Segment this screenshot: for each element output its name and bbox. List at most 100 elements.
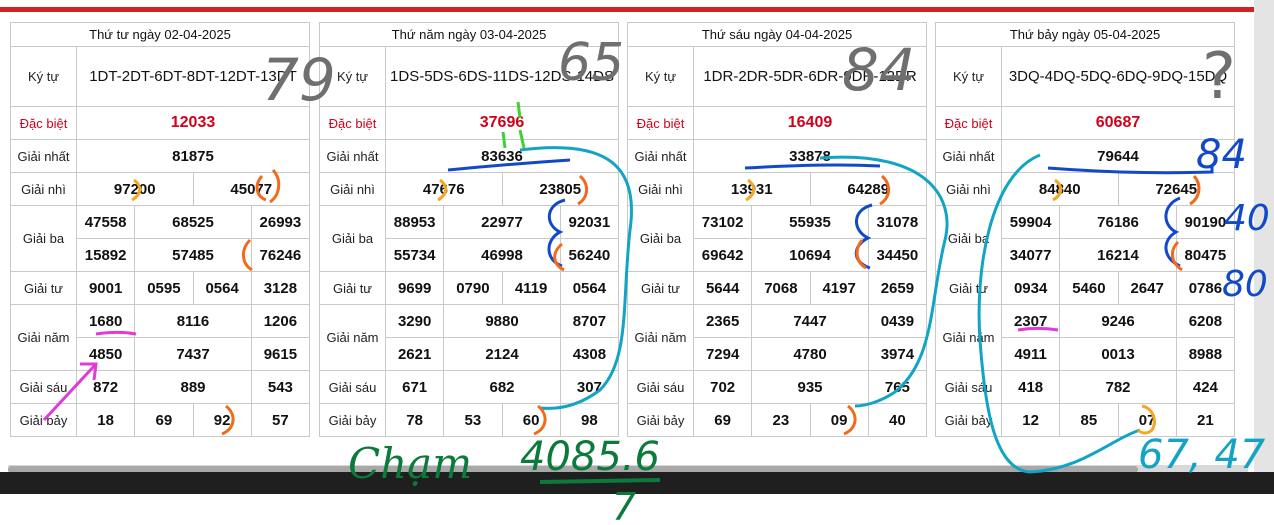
label-g3: Giải ba xyxy=(10,205,77,272)
g3-value: 76186 xyxy=(1059,205,1177,239)
g6-value: 307 xyxy=(559,370,620,404)
label-g1: Giải nhất xyxy=(627,139,694,173)
label-g2: Giải nhì xyxy=(935,172,1002,206)
g4-value: 9001 xyxy=(75,271,136,305)
label-kytu: Ký tự xyxy=(10,46,77,107)
g6-value: 682 xyxy=(443,370,561,404)
g5-value: 7437 xyxy=(134,337,252,371)
g6-value: 702 xyxy=(692,370,753,404)
g3-value: 90190 xyxy=(1175,205,1236,239)
g4-value: 3128 xyxy=(250,271,311,305)
g4-value: 0786 xyxy=(1175,271,1236,305)
g5-value: 3974 xyxy=(867,337,928,371)
g2-value: 47676 xyxy=(385,172,503,206)
g4-value: 7068 xyxy=(751,271,811,305)
g5-value: 8707 xyxy=(559,304,620,338)
g5-value: 4308 xyxy=(559,337,620,371)
label-g7: Giải bảy xyxy=(627,403,694,437)
label-g1: Giải nhất xyxy=(10,139,77,173)
g4-value: 2659 xyxy=(867,271,928,305)
result-table-4: Thứ bảy ngày 05-04-2025 Ký tự 3DQ-4DQ-5DQ… xyxy=(935,22,1236,437)
g5-value: 2307 xyxy=(1000,304,1061,338)
result-table-1: Thứ tư ngày 02-04-2025 Ký tự 1DT-2DT-6DT-… xyxy=(10,22,311,437)
label-db: Đặc biệt xyxy=(627,106,694,140)
right-gutter xyxy=(1254,0,1274,525)
g3-value: 16214 xyxy=(1059,238,1177,272)
g6-value: 543 xyxy=(250,370,311,404)
label-db: Đặc biệt xyxy=(935,106,1002,140)
label-db: Đặc biệt xyxy=(10,106,77,140)
label-db: Đặc biệt xyxy=(319,106,386,140)
g5-value: 4780 xyxy=(751,337,869,371)
window-bottom-bar xyxy=(0,472,1274,494)
g4-value: 5460 xyxy=(1059,271,1119,305)
g7-value: 23 xyxy=(751,403,811,437)
g5-value: 2621 xyxy=(384,337,445,371)
g5-value: 3290 xyxy=(384,304,445,338)
g3-value: 15892 xyxy=(75,238,136,272)
g7-value: 21 xyxy=(1175,403,1236,437)
g5-value: 9615 xyxy=(250,337,311,371)
g4-value: 4197 xyxy=(809,271,869,305)
g2-value: 84840 xyxy=(1001,172,1119,206)
g7-value: 69 xyxy=(692,403,753,437)
g7-value: 69 xyxy=(134,403,194,437)
label-g6: Giải sáu xyxy=(10,370,77,404)
label-g6: Giải sáu xyxy=(627,370,694,404)
g7-value: 09 xyxy=(809,403,869,437)
g3-value: 31078 xyxy=(867,205,928,239)
g4-value: 0790 xyxy=(443,271,503,305)
g7-value: 92 xyxy=(192,403,252,437)
g5-value: 2124 xyxy=(443,337,561,371)
g5-value: 0013 xyxy=(1059,337,1177,371)
g7-value: 98 xyxy=(559,403,620,437)
g6-value: 418 xyxy=(1000,370,1061,404)
g3-value: 34077 xyxy=(1000,238,1061,272)
g5-value: 8116 xyxy=(134,304,252,338)
db-value: 37696 xyxy=(385,106,619,140)
table-date: Thứ bảy ngày 05-04-2025 xyxy=(935,22,1235,47)
g7-value: 12 xyxy=(1000,403,1061,437)
label-g7: Giải bảy xyxy=(319,403,386,437)
label-g3: Giải ba xyxy=(935,205,1002,272)
label-kytu: Ký tự xyxy=(627,46,694,107)
g5-value: 7447 xyxy=(751,304,869,338)
g1-value: 79644 xyxy=(1001,139,1235,173)
label-g7: Giải bảy xyxy=(935,403,1002,437)
g7-value: 85 xyxy=(1059,403,1119,437)
g7-value: 07 xyxy=(1117,403,1177,437)
g2-value: 64289 xyxy=(809,172,927,206)
g4-value: 4119 xyxy=(501,271,561,305)
g6-value: 671 xyxy=(384,370,445,404)
label-g1: Giải nhất xyxy=(319,139,386,173)
g4-value: 9699 xyxy=(384,271,445,305)
table-date: Thứ sáu ngày 04-04-2025 xyxy=(627,22,927,47)
g2-value: 97200 xyxy=(76,172,194,206)
g1-value: 83636 xyxy=(385,139,619,173)
label-g6: Giải sáu xyxy=(935,370,1002,404)
g6-value: 424 xyxy=(1175,370,1236,404)
g5-value: 0439 xyxy=(867,304,928,338)
label-g4: Giải tư xyxy=(319,271,386,305)
db-value: 16409 xyxy=(693,106,927,140)
label-g7: Giải bảy xyxy=(10,403,77,437)
g3-value: 92031 xyxy=(559,205,620,239)
label-kytu: Ký tự xyxy=(935,46,1002,107)
g5-value: 2365 xyxy=(692,304,753,338)
label-g5: Giải năm xyxy=(10,304,77,371)
g3-value: 55734 xyxy=(384,238,445,272)
label-g3: Giải ba xyxy=(627,205,694,272)
g7-value: 60 xyxy=(501,403,561,437)
g3-value: 47558 xyxy=(75,205,136,239)
kytu-value: 3DQ-4DQ-5DQ-6DQ-9DQ-15DQ xyxy=(1001,46,1235,107)
label-g4: Giải tư xyxy=(935,271,1002,305)
label-g5: Giải năm xyxy=(319,304,386,371)
g5-value: 1206 xyxy=(250,304,311,338)
g2-value: 23805 xyxy=(501,172,619,206)
g6-value: 935 xyxy=(751,370,869,404)
g4-value: 0934 xyxy=(1000,271,1061,305)
g2-value: 13931 xyxy=(693,172,811,206)
g4-value: 5644 xyxy=(692,271,753,305)
g5-value: 9246 xyxy=(1059,304,1177,338)
g3-value: 22977 xyxy=(443,205,561,239)
